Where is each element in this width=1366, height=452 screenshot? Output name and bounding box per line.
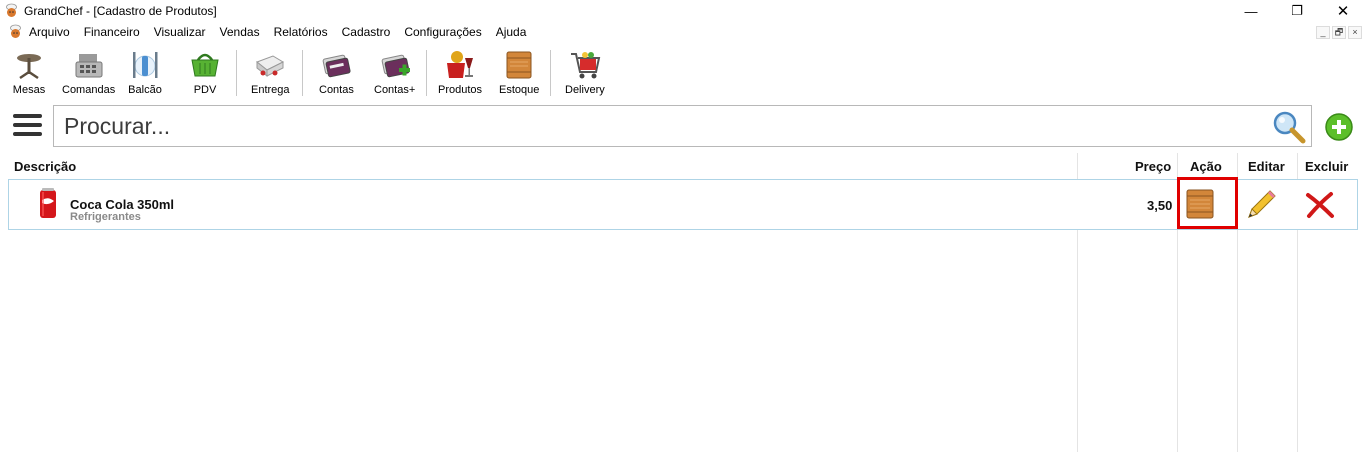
product-name: Coca Cola 350ml	[70, 197, 175, 212]
stock-box-icon[interactable]	[1185, 188, 1215, 220]
maximize-button[interactable]: ❐	[1274, 0, 1320, 22]
cards-add-icon	[381, 54, 410, 78]
shopping-cart-icon	[570, 52, 601, 79]
delivery-truck-icon	[256, 55, 285, 78]
menu-cadastro[interactable]: Cadastro	[342, 25, 391, 39]
minimize-button[interactable]: —	[1228, 0, 1274, 22]
menu-financeiro[interactable]: Financeiro	[84, 25, 140, 39]
basket-icon	[191, 53, 219, 77]
soda-can-icon	[40, 188, 56, 218]
product-price: 3,50	[1147, 198, 1173, 213]
header-acao: Ação	[1190, 159, 1222, 174]
toolbar-pdv-button[interactable]: PDV	[188, 48, 222, 98]
menu-vendas[interactable]: Vendas	[220, 25, 260, 39]
header-editar: Editar	[1248, 159, 1285, 174]
add-product-icon[interactable]	[1324, 112, 1354, 142]
table-icon	[17, 54, 41, 80]
toolbar-mesas-button[interactable]: Mesas	[12, 48, 46, 98]
window-title: GrandChef - [Cadastro de Produtos]	[24, 4, 217, 18]
close-button[interactable]: ✕	[1320, 0, 1366, 22]
toolbar-comandas-button[interactable]: Comandas	[62, 48, 115, 98]
menu-configuracoes[interactable]: Configurações	[404, 25, 481, 39]
menu-visualizar[interactable]: Visualizar	[154, 25, 206, 39]
header-excluir: Excluir	[1305, 159, 1349, 174]
menu-arquivo[interactable]: Arquivo	[29, 25, 70, 39]
search-icon[interactable]	[1271, 110, 1307, 144]
toolbar-estoque-button[interactable]: Estoque	[499, 48, 539, 98]
menu-relatorios[interactable]: Relatórios	[274, 25, 328, 39]
hamburger-menu-icon[interactable]	[13, 114, 42, 138]
title-bar: GrandChef - [Cadastro de Produtos] — ❐ ✕	[0, 0, 1366, 22]
cutlery-icon	[133, 52, 158, 78]
toolbar-contas-button[interactable]: Contas	[319, 48, 354, 98]
mdi-minimize-button[interactable]: _	[1316, 26, 1330, 39]
mdi-restore-button[interactable]: 🗗	[1332, 26, 1346, 39]
delete-x-icon[interactable]	[1305, 191, 1335, 219]
app-icon	[6, 3, 17, 17]
toolbar-contas-plus-button[interactable]: Contas+	[374, 48, 415, 98]
menu-bar: Arquivo Financeiro Visualizar Vendas Rel…	[0, 22, 1366, 42]
app-menu-icon[interactable]	[8, 24, 23, 39]
toolbar-entrega-button[interactable]: Entrega	[251, 48, 290, 98]
toolbar-separator	[302, 50, 303, 96]
toolbar-separator	[550, 50, 551, 96]
mdi-close-button[interactable]: ×	[1348, 26, 1362, 39]
toolbar-separator	[236, 50, 237, 96]
header-descricao[interactable]: Descrição	[14, 159, 76, 174]
toolbar-produtos-button[interactable]: Produtos	[438, 48, 482, 98]
search-input[interactable]	[64, 112, 1254, 140]
toolbar-separator	[426, 50, 427, 96]
pencil-icon[interactable]	[1243, 187, 1279, 223]
cards-icon	[323, 54, 351, 78]
toolbar-balcao-button[interactable]: Balcão	[128, 48, 162, 98]
search-field	[53, 105, 1312, 147]
menu-ajuda[interactable]: Ajuda	[496, 25, 527, 39]
toolbar-delivery-button[interactable]: Delivery	[565, 48, 605, 98]
toolbar: Mesas Comandas Balcão PDV Entrega Contas…	[0, 44, 1366, 100]
product-category: Refrigerantes	[70, 211, 141, 223]
products-icon	[447, 51, 474, 78]
box-icon	[506, 51, 532, 79]
table-row[interactable]: Coca Cola 350ml Refrigerantes 3,50	[8, 179, 1358, 230]
cash-register-icon	[75, 54, 103, 78]
header-preco[interactable]: Preço	[1135, 159, 1171, 174]
